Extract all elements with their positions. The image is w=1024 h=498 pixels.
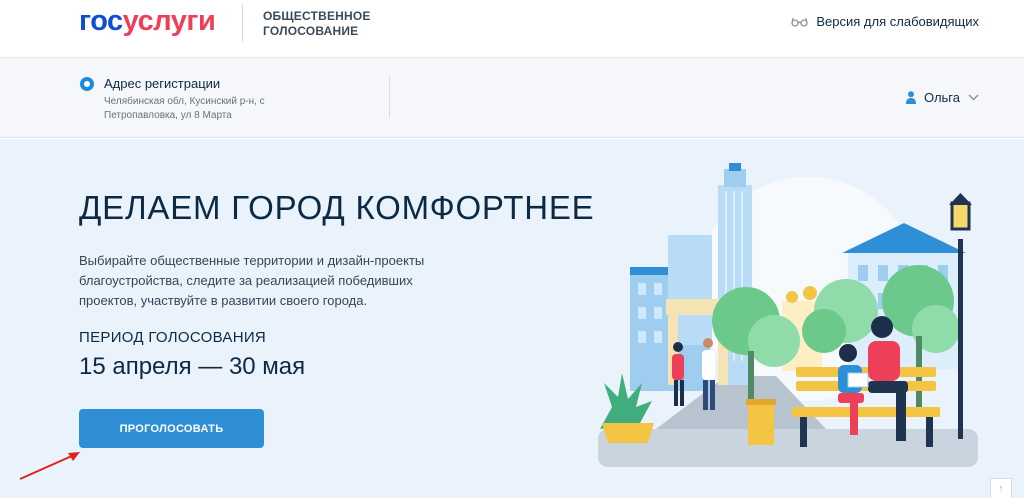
hero-title: ДЕЛАЕМ ГОРОД КОМФОРТНЕЕ bbox=[79, 189, 595, 226]
logo-part-uslugi: услуги bbox=[122, 5, 216, 37]
vote-button[interactable]: ПРОГОЛОСОВАТЬ bbox=[79, 409, 264, 448]
hero-section: ДЕЛАЕМ ГОРОД КОМФОРТНЕЕ Выбирайте общест… bbox=[0, 139, 1024, 498]
address-radio-icon[interactable] bbox=[80, 77, 94, 91]
logo-part-gos: гос bbox=[79, 5, 123, 37]
voting-period-dates: 15 апреля — 30 мая bbox=[79, 353, 306, 380]
voting-period-label: ПЕРИОД ГОЛОСОВАНИЯ bbox=[79, 329, 267, 346]
chevron-down-icon bbox=[968, 94, 979, 101]
gosuslugi-logo[interactable]: госуслуги bbox=[79, 5, 216, 37]
logo-divider bbox=[242, 4, 243, 42]
address-value: Челябинская обл, Кусинский р-н, с Петроп… bbox=[104, 96, 265, 121]
service-name-line1: ОБЩЕСТВЕННОЕ bbox=[263, 9, 371, 23]
scroll-to-top-button[interactable]: ↑ bbox=[990, 478, 1012, 498]
low-vision-label: Версия для слабовидящих bbox=[816, 14, 979, 29]
hero-description: Выбирайте общественные территории и диза… bbox=[79, 253, 425, 308]
user-menu[interactable]: Ольга bbox=[905, 90, 979, 105]
service-name-line2: ГОЛОСОВАНИЕ bbox=[263, 24, 359, 38]
annotation-arrow-icon bbox=[19, 452, 80, 480]
top-header: госуслуги ОБЩЕСТВЕННОЕ ГОЛОСОВАНИЕ Верси… bbox=[0, 0, 1024, 58]
address-title[interactable]: Адрес регистрации bbox=[104, 76, 220, 91]
address-bar: Адрес регистрации Челябинская обл, Кусин… bbox=[0, 58, 1024, 138]
low-vision-link[interactable]: Версия для слабовидящих bbox=[791, 14, 979, 29]
person-icon bbox=[905, 91, 916, 104]
user-name: Ольга bbox=[923, 90, 960, 105]
address-divider bbox=[389, 76, 390, 118]
glasses-icon bbox=[791, 17, 809, 27]
city-park-illustration bbox=[598, 163, 978, 467]
service-name: ОБЩЕСТВЕННОЕ ГОЛОСОВАНИЕ bbox=[263, 9, 371, 39]
